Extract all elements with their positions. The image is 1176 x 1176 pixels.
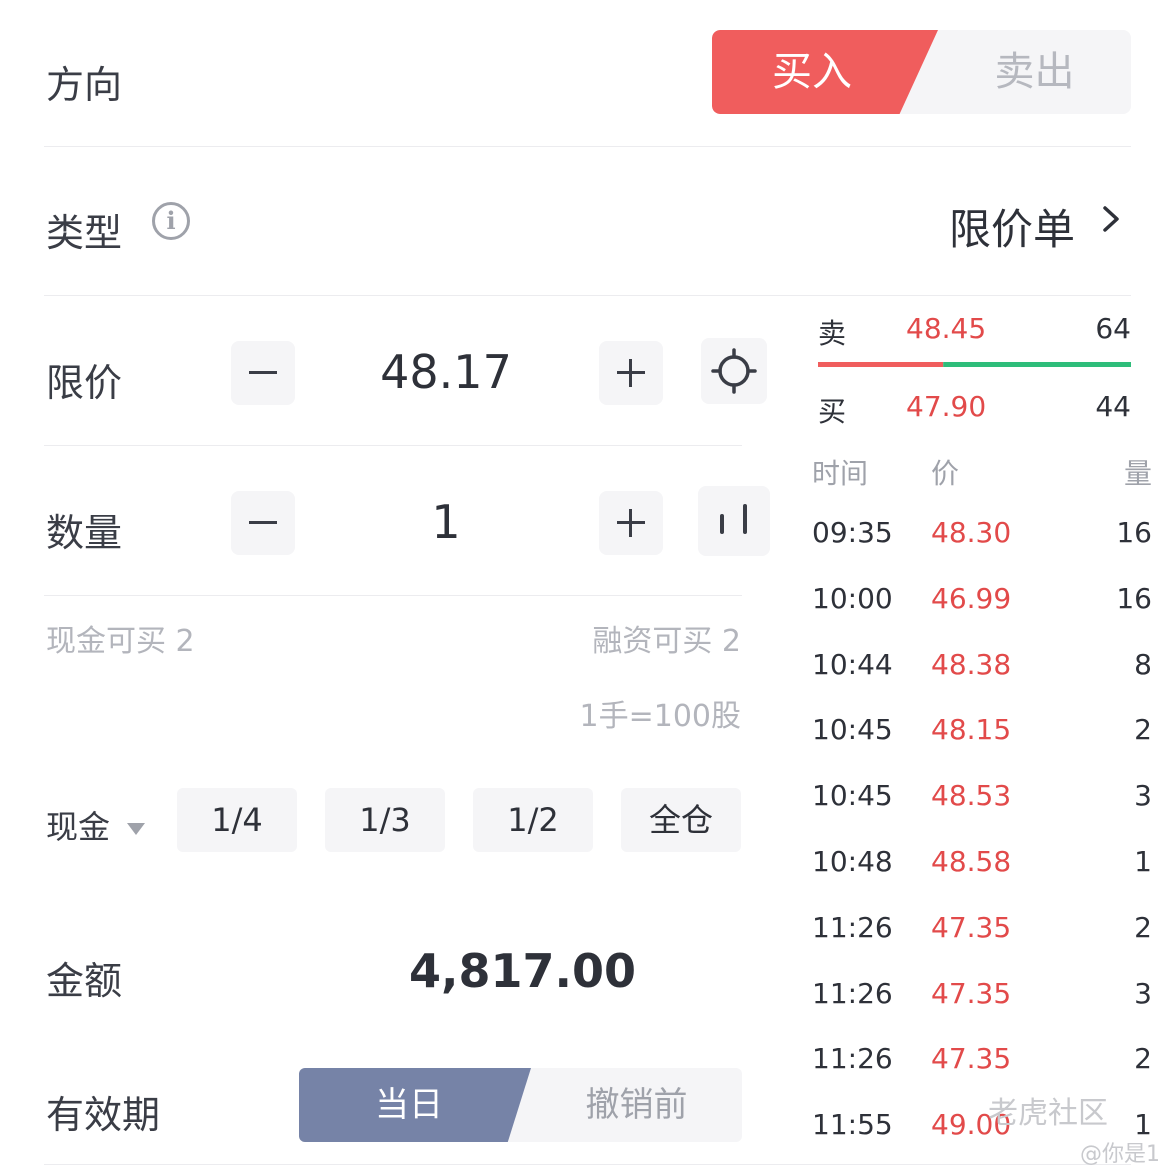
divider — [44, 1164, 1131, 1165]
trade-price: 47.35 — [931, 977, 1012, 1010]
ask-qty: 64 — [1095, 312, 1131, 345]
trade-time: 11:26 — [812, 977, 893, 1010]
trade-price: 48.38 — [931, 648, 1012, 681]
watermark-brand: 老虎社区 — [988, 1096, 1108, 1131]
account-type-label: 现金 — [46, 808, 111, 846]
margin-buyable: 融资可买 2 — [592, 624, 741, 659]
trade-time: 10:48 — [812, 845, 893, 878]
amount-label: 金额 — [46, 959, 123, 1003]
trade-price: 47.35 — [931, 1042, 1012, 1075]
info-icon[interactable]: i — [152, 202, 190, 240]
trade-qty: 2 — [1134, 1042, 1152, 1075]
lot-size-note: 1手=100股 — [579, 699, 741, 734]
trade-price: 48.53 — [931, 779, 1012, 812]
quantity-decrement-button[interactable] — [231, 491, 295, 555]
validity-today-tab[interactable]: 当日 — [299, 1068, 531, 1142]
bid-side-label: 买 — [818, 395, 847, 428]
divider — [44, 445, 742, 446]
ratio-third-button[interactable]: 1/3 — [325, 788, 445, 852]
amount-value: 4,817.00 — [409, 944, 636, 998]
quantity-label: 数量 — [46, 511, 123, 555]
trade-row: 09:35 48.30 16 — [812, 516, 1152, 556]
position-button[interactable] — [698, 486, 770, 556]
limit-price-value[interactable]: 48.17 — [300, 345, 592, 399]
direction-toggle: 买入 卖出 — [712, 30, 1131, 114]
ratio-half-button[interactable]: 1/2 — [473, 788, 593, 852]
trade-qty: 1 — [1134, 845, 1152, 878]
order-type-label: 类型 — [46, 211, 123, 255]
cash-buyable: 现金可买 2 — [46, 624, 195, 659]
trade-price: 48.30 — [931, 516, 1012, 549]
trade-qty: 16 — [1116, 582, 1152, 615]
trade-price: 48.15 — [931, 713, 1012, 746]
caret-down-icon — [127, 823, 146, 835]
trade-qty: 3 — [1134, 779, 1152, 812]
trade-time: 10:00 — [812, 582, 893, 615]
validity-label: 有效期 — [46, 1093, 161, 1137]
locate-price-button[interactable] — [701, 338, 767, 404]
trade-time: 10:45 — [812, 779, 893, 812]
trade-row: 11:26 47.35 2 — [812, 1042, 1152, 1082]
watermark-user: @你是1 — [1080, 1142, 1160, 1167]
divider — [44, 146, 1131, 147]
trades-time-header: 时间 — [812, 457, 869, 490]
bar-chart-icon — [720, 504, 747, 534]
limit-price-label: 限价 — [46, 361, 123, 405]
trade-row: 10:00 46.99 16 — [812, 582, 1152, 622]
validity-toggle: 当日 撤销前 — [299, 1068, 742, 1142]
divider — [44, 295, 1131, 296]
trade-price: 47.35 — [931, 911, 1012, 944]
ask-price[interactable]: 48.45 — [906, 312, 986, 345]
trade-row: 10:48 48.58 1 — [812, 845, 1152, 885]
trade-row: 11:26 47.35 2 — [812, 911, 1152, 951]
trades-qty-header: 量 — [1123, 457, 1152, 490]
validity-gtc-tab[interactable]: 撤销前 — [531, 1068, 742, 1142]
trade-time: 11:26 — [812, 1042, 893, 1075]
trade-price: 48.58 — [931, 845, 1012, 878]
trade-row: 10:45 48.53 3 — [812, 779, 1152, 819]
trade-price: 46.99 — [931, 582, 1012, 615]
bid-price[interactable]: 47.90 — [906, 390, 986, 423]
direction-label: 方向 — [46, 63, 123, 107]
quantity-value[interactable]: 1 — [300, 495, 592, 549]
quantity-increment-button[interactable] — [599, 491, 663, 555]
trade-row: 10:45 48.15 2 — [812, 713, 1152, 753]
bid-ask-ratio-bar — [818, 362, 1131, 367]
ratio-full-button[interactable]: 全仓 — [621, 788, 741, 852]
trades-price-header: 价 — [931, 457, 960, 490]
ask-side-label: 卖 — [818, 317, 847, 350]
validity-today-label: 当日 — [375, 1085, 443, 1125]
trade-time: 10:44 — [812, 648, 893, 681]
trade-time: 11:26 — [812, 911, 893, 944]
trade-time: 09:35 — [812, 516, 893, 549]
trade-qty: 16 — [1116, 516, 1152, 549]
trade-qty: 8 — [1134, 648, 1152, 681]
crosshair-icon — [711, 348, 757, 394]
account-type-select[interactable]: 现金 — [46, 802, 146, 848]
chevron-right-icon[interactable] — [1098, 206, 1124, 232]
bid-qty: 44 — [1095, 390, 1131, 423]
buy-tab[interactable]: 买入 — [712, 30, 938, 114]
trade-time: 10:45 — [812, 713, 893, 746]
trade-row: 11:26 47.35 3 — [812, 977, 1152, 1017]
buy-tab-label: 买入 — [772, 49, 852, 95]
trade-time: 11:55 — [812, 1108, 893, 1141]
sell-tab[interactable]: 卖出 — [938, 30, 1131, 114]
trade-qty: 3 — [1134, 977, 1152, 1010]
divider — [44, 595, 742, 596]
trade-row: 10:44 48.38 8 — [812, 648, 1152, 688]
price-decrement-button[interactable] — [231, 341, 295, 405]
order-type-value[interactable]: 限价单 — [949, 196, 1075, 257]
trade-qty: 2 — [1134, 713, 1152, 746]
price-increment-button[interactable] — [599, 341, 663, 405]
trade-qty: 2 — [1134, 911, 1152, 944]
ratio-quarter-button[interactable]: 1/4 — [177, 788, 297, 852]
